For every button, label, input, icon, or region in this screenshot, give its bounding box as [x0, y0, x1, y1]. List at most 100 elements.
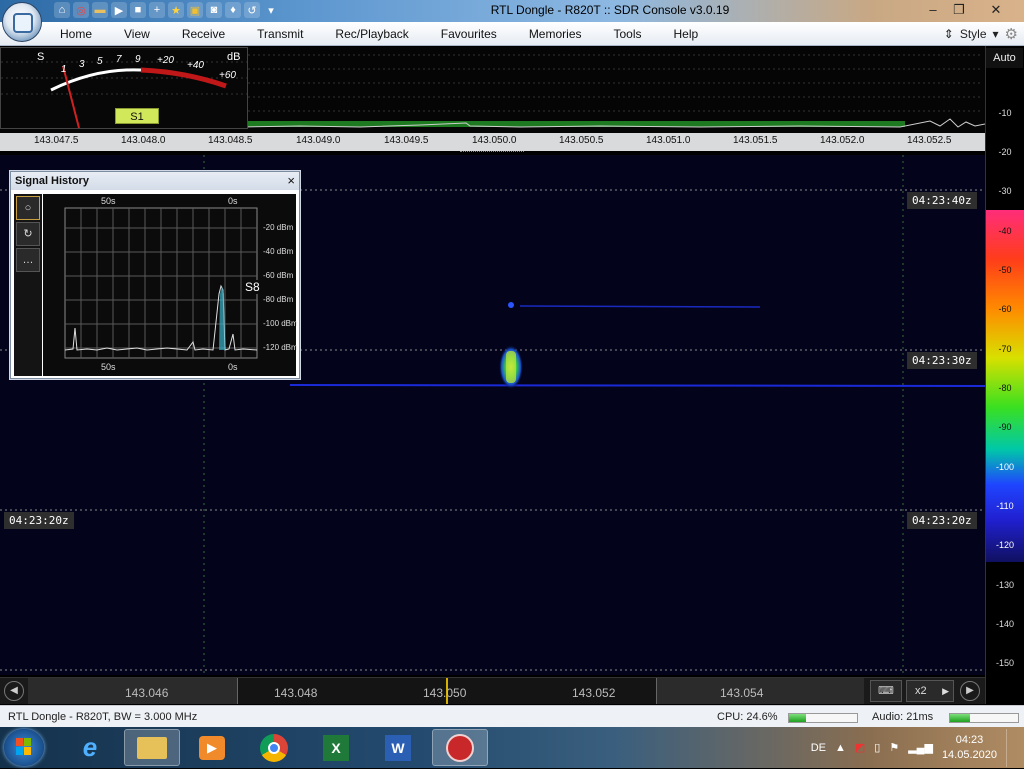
db-label: -20	[998, 147, 1012, 157]
db-label: -90	[998, 422, 1012, 432]
db-label: -110	[996, 501, 1014, 511]
zoom-selector[interactable]: x2 ▶	[906, 680, 954, 702]
maximize-button[interactable]: ❐	[946, 0, 972, 20]
db-label: -120	[995, 540, 1014, 550]
clock[interactable]: 04:23 14.05.2020	[942, 733, 997, 763]
freq-tick: 143.050.0	[472, 135, 517, 146]
splitter-handle[interactable]	[460, 151, 524, 154]
chrome-icon[interactable]	[246, 729, 302, 766]
history-time-label: 0s	[228, 362, 238, 372]
signal-history-title: Signal History	[11, 172, 299, 190]
start-button[interactable]	[4, 729, 44, 766]
s-meter-tick: +20	[157, 55, 174, 66]
keyboard-icon[interactable]: ⌨	[870, 680, 902, 702]
db-label: -150	[995, 658, 1014, 668]
history-level-label: -120 dBm	[263, 343, 298, 352]
scroll-left-icon[interactable]: ◀	[4, 681, 24, 701]
history-level-label: -60 dBm	[263, 271, 294, 280]
bottom-scale-bar: ◀ 143.046 143.048 143.050 143.052 143.05…	[0, 677, 985, 704]
s-meter-unit: dB	[227, 51, 241, 63]
menu-view[interactable]: View	[108, 22, 166, 46]
cpu-meter-fill	[789, 714, 806, 722]
s-meter-tick: 7	[116, 54, 122, 65]
input-language[interactable]: DE	[811, 742, 826, 754]
history-time-label: 0s	[228, 196, 238, 206]
history-time-label: 50s	[101, 196, 116, 206]
record-toggle-icon[interactable]: ○	[16, 196, 40, 220]
s-meter-tick: 1	[61, 64, 67, 75]
scroll-right-icon[interactable]: ▶	[960, 681, 980, 701]
status-bar: RTL Dongle - R820T, BW = 3.000 MHz CPU: …	[0, 705, 1024, 727]
tray-expand-icon[interactable]: ▲	[835, 742, 846, 754]
menu-rec-playback[interactable]: Rec/Playback	[319, 22, 424, 46]
bottom-freq-tick: 143.052	[572, 686, 616, 700]
history-level-label: -100 dBm	[263, 319, 298, 328]
s-meter-tick: 5	[97, 56, 103, 67]
auto-scale-button[interactable]: Auto	[986, 48, 1023, 68]
history-level-label: -40 dBm	[263, 247, 294, 256]
internet-explorer-icon[interactable]: e	[62, 729, 118, 766]
db-label: -30	[998, 186, 1012, 196]
antivirus-icon[interactable]: ◩	[855, 741, 865, 754]
db-scale: -10 -20 -30 -40 -50 -60 -70 -80 -90 -100…	[985, 46, 1024, 704]
db-label: -70	[998, 344, 1012, 354]
chevron-down-icon[interactable]: ▾	[993, 27, 999, 41]
refresh-icon[interactable]: ↻	[16, 222, 40, 246]
menu-receive[interactable]: Receive	[166, 22, 241, 46]
signal-history-panel: Signal History × ○ ↻ … 50s 0s 50s 0s -20…	[10, 171, 300, 379]
clock-date: 14.05.2020	[941, 748, 997, 761]
chevron-right-icon: ▶	[942, 686, 949, 696]
audio-status: Audio: 21ms	[872, 711, 934, 723]
app-orb-button[interactable]	[2, 2, 42, 42]
device-status: RTL Dongle - R820T, BW = 3.000 MHz	[8, 711, 198, 723]
menu-favourites[interactable]: Favourites	[425, 22, 513, 46]
timestamp-label: 04:23:30z	[907, 352, 977, 369]
timestamp-label: 04:23:20z	[907, 512, 977, 529]
freq-tick: 143.048.0	[121, 135, 166, 146]
media-player-icon[interactable]: ▶	[184, 729, 240, 766]
gear-icon[interactable]: ⚙	[1005, 25, 1018, 43]
menu-home[interactable]: Home	[44, 22, 108, 46]
action-center-flag-icon[interactable]: ⚑	[889, 741, 899, 754]
history-level-label: -80 dBm	[263, 295, 294, 304]
device-icon[interactable]: ▯	[874, 741, 880, 754]
bottom-freq-tick: 143.046	[125, 686, 169, 700]
menu-help[interactable]: Help	[658, 22, 715, 46]
title-bar: ⌂ ◎ ▬ ▶ ■ + ★ ▣ ◙ ♦ ↺ ▾ RTL Dongle - R82…	[0, 0, 1024, 22]
timestamp-label: 04:23:20z	[4, 512, 74, 529]
system-tray: DE ▲ ◩ ▯ ⚑ ▂▄▆ 04:23 14.05.2020	[811, 727, 1016, 768]
style-menu[interactable]: Style	[960, 27, 987, 41]
db-label: -100	[995, 462, 1014, 472]
word-icon[interactable]: W	[370, 729, 426, 766]
timestamp-label: 04:23:40z	[907, 192, 977, 209]
menu-memories[interactable]: Memories	[513, 22, 598, 46]
close-button[interactable]: ✕	[972, 0, 1020, 20]
bottom-freq-tick: 143.050	[423, 686, 467, 700]
audio-meter-fill	[950, 714, 971, 722]
menu-tools[interactable]: Tools	[598, 22, 658, 46]
history-s-reading: S8	[243, 280, 262, 294]
close-icon[interactable]: ×	[287, 173, 295, 188]
network-signal-icon[interactable]: ▂▄▆	[908, 741, 933, 754]
s-meter-s-label: S	[37, 51, 45, 63]
show-desktop-button[interactable]	[1006, 728, 1016, 767]
style-arrows-icon[interactable]: ⇕	[944, 27, 954, 41]
frequency-scale[interactable]: 143.047.5 143.048.0 143.048.5 143.049.0 …	[0, 133, 985, 151]
excel-icon[interactable]: X	[308, 729, 364, 766]
bottom-freq-tick: 143.054	[720, 686, 764, 700]
bottom-frequency-scale[interactable]: 143.046 143.048 143.050 143.052 143.054	[28, 678, 864, 704]
app-logo-icon	[13, 13, 33, 33]
clock-time: 04:23	[955, 733, 984, 746]
freq-tick: 143.049.0	[296, 135, 341, 146]
cpu-meter	[788, 713, 858, 723]
file-explorer-icon[interactable]	[124, 729, 180, 766]
freq-tick: 143.052.0	[820, 135, 865, 146]
cpu-status: CPU: 24.6%	[717, 711, 778, 723]
more-options-icon[interactable]: …	[16, 248, 40, 272]
freq-tick: 143.051.5	[733, 135, 778, 146]
menu-transmit[interactable]: Transmit	[241, 22, 319, 46]
sdr-console-icon[interactable]	[432, 729, 488, 766]
freq-tick: 143.051.0	[646, 135, 691, 146]
ribbon-menu: Home View Receive Transmit Rec/Playback …	[0, 22, 1024, 46]
minimize-button[interactable]: –	[920, 0, 946, 20]
